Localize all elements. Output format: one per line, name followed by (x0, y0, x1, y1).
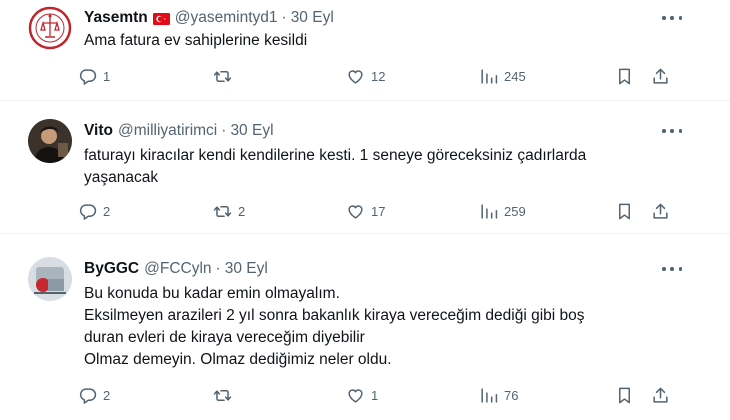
more-dots-icon[interactable] (662, 10, 682, 26)
tweet-text: Bu konuda bu kadar emin olmayalım. Eksil… (84, 285, 585, 368)
share-button[interactable] (651, 386, 670, 405)
avatar[interactable] (28, 6, 72, 50)
avatar[interactable] (28, 257, 72, 301)
views-chart-icon (481, 387, 498, 403)
timestamp[interactable]: 30 Eyl (291, 9, 334, 27)
reply-icon (79, 68, 97, 85)
heart-icon (348, 388, 363, 403)
author-name[interactable]: ByGGC (84, 260, 139, 278)
separator-dot: · (281, 9, 287, 26)
avatar[interactable] (28, 119, 72, 163)
reply-button[interactable]: 1 (78, 67, 213, 86)
tweet[interactable]: Vito @milliyatirimci · 30 Eyl faturayı k… (0, 101, 730, 234)
retweet-button[interactable] (213, 67, 346, 86)
views-count: 245 (504, 68, 526, 84)
retweet-count: 2 (238, 203, 246, 219)
bookmark-button[interactable] (615, 202, 651, 221)
bookmark-icon (618, 203, 631, 219)
bookmark-icon (618, 387, 631, 403)
share-icon (653, 203, 668, 219)
views-chart-icon (481, 203, 498, 219)
author-handle[interactable]: @yasemintyd1 (175, 9, 278, 27)
retweet-button[interactable]: 2 (213, 202, 346, 221)
like-count: 12 (371, 68, 386, 84)
timestamp[interactable]: 30 Eyl (230, 122, 273, 140)
bookmark-button[interactable] (615, 386, 651, 405)
views-count: 259 (504, 203, 526, 219)
author-handle[interactable]: @FCCyln (144, 260, 211, 278)
like-button[interactable]: 12 (346, 67, 479, 86)
share-icon (653, 68, 668, 84)
like-count: 17 (371, 203, 386, 219)
views-count: 76 (504, 387, 519, 403)
more-dots-icon[interactable] (662, 261, 682, 277)
tweet-text: faturayı kiracılar kendi kendilerine kes… (84, 147, 587, 186)
reply-button[interactable]: 2 (78, 202, 213, 221)
heart-icon (348, 69, 363, 84)
heart-icon (348, 204, 363, 219)
views-button[interactable]: 259 (479, 202, 615, 221)
views-button[interactable]: 245 (479, 67, 615, 86)
retweet-icon (213, 389, 232, 401)
timestamp[interactable]: 30 Eyl (225, 260, 268, 278)
share-button[interactable] (651, 202, 670, 221)
views-chart-icon (481, 68, 498, 84)
separator-dot: · (221, 122, 227, 139)
bookmark-button[interactable] (615, 67, 651, 86)
retweet-icon (213, 205, 232, 217)
like-count: 1 (371, 387, 379, 403)
retweet-icon (213, 70, 232, 82)
author-handle[interactable]: @milliyatirimci (118, 122, 217, 140)
share-icon (653, 387, 668, 403)
tweet-text: Ama fatura ev sahiplerine kesildi (84, 32, 308, 49)
views-button[interactable]: 76 (479, 386, 615, 405)
reply-count: 2 (103, 387, 111, 403)
turkey-flag-icon (152, 12, 170, 25)
share-button[interactable] (651, 67, 670, 86)
reply-button[interactable]: 2 (78, 386, 213, 405)
tweet[interactable]: Yasemtn @yasemintyd1 · 30 Eyl Ama fatura… (0, 0, 730, 101)
reply-count: 2 (103, 203, 111, 219)
tweet[interactable]: ByGGC @FCCyln · 30 Eyl Bu konuda bu kada… (0, 234, 730, 420)
like-button[interactable]: 17 (346, 202, 479, 221)
reply-icon (79, 203, 97, 220)
separator-dot: · (215, 260, 221, 277)
author-name[interactable]: Vito (84, 122, 113, 140)
more-dots-icon[interactable] (662, 123, 682, 139)
bookmark-icon (618, 68, 631, 84)
reply-icon (79, 387, 97, 404)
author-name[interactable]: Yasemtn (84, 9, 148, 27)
reply-count: 1 (103, 68, 111, 84)
retweet-button[interactable] (213, 386, 346, 405)
like-button[interactable]: 1 (346, 386, 479, 405)
